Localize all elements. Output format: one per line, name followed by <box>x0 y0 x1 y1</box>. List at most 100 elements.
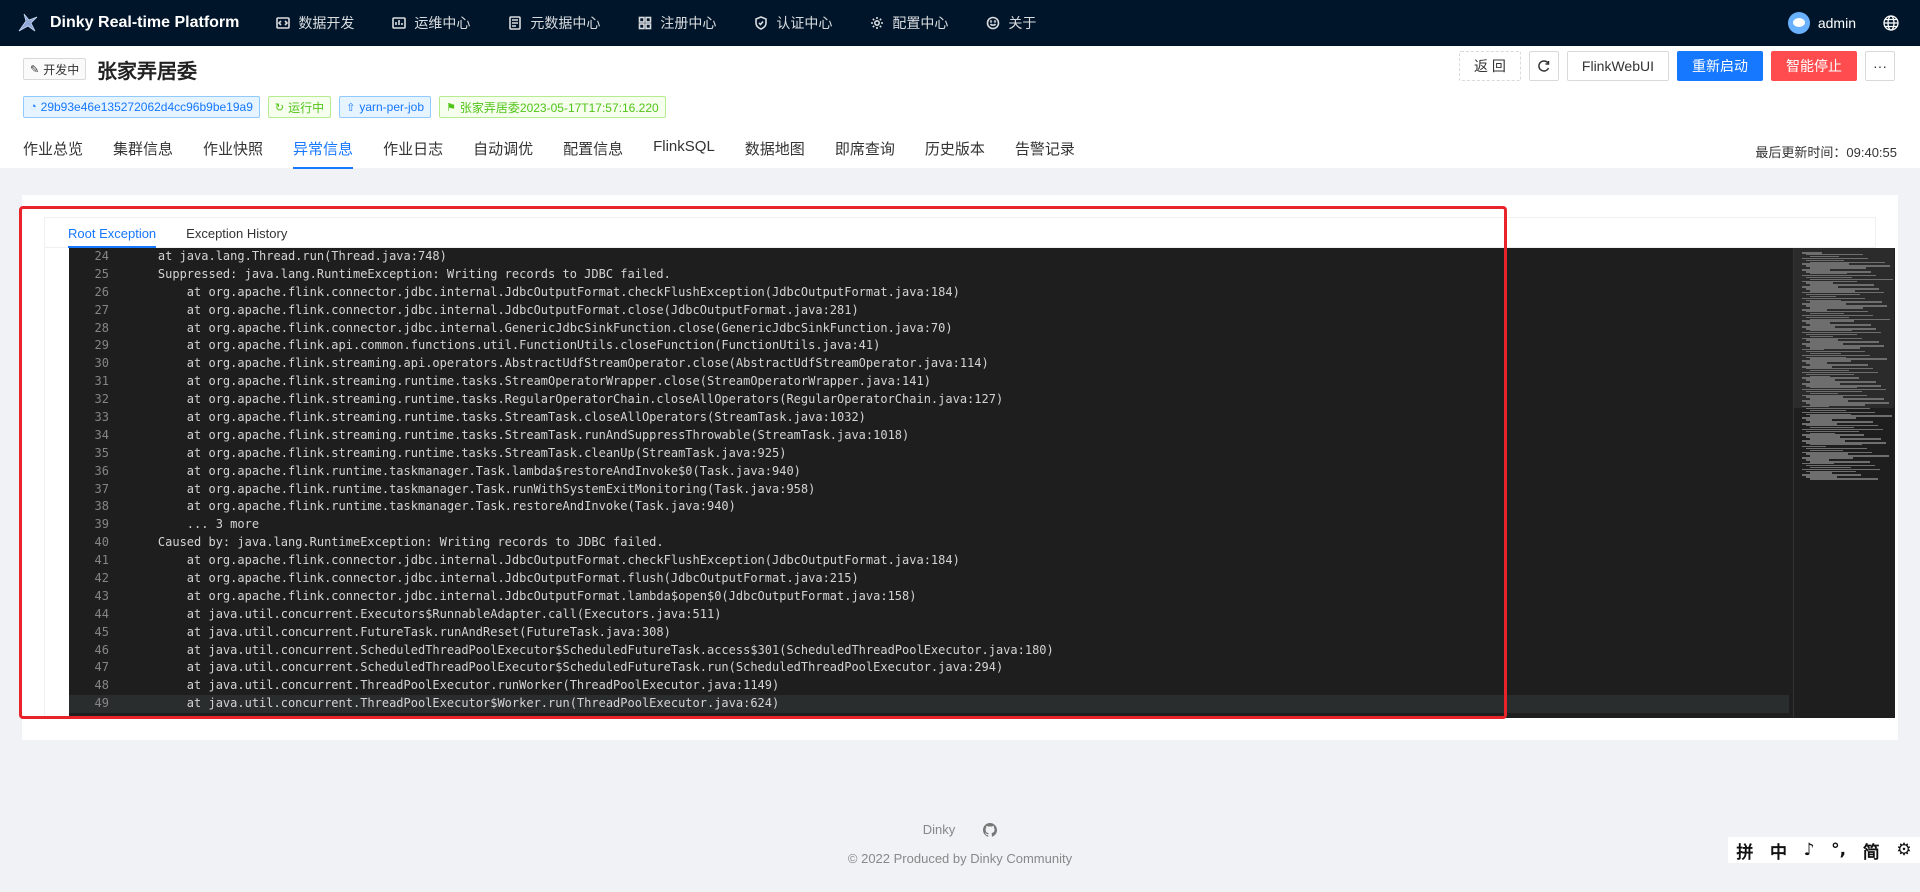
tab-alert-records[interactable]: 告警记录 <box>1015 138 1075 169</box>
tab-auto-tuning[interactable]: 自动调优 <box>473 138 533 169</box>
deploy-mode-tag: ⇧ yarn-per-job <box>339 96 432 118</box>
tab-flinksql[interactable]: FlinkSQL <box>653 138 715 169</box>
job-status-tag: ✎ 开发中 <box>23 58 87 80</box>
tab-cluster-info[interactable]: 集群信息 <box>113 138 173 169</box>
code-line[interactable]: 27 at org.apache.flink.connector.jdbc.in… <box>69 302 1789 320</box>
line-text: at org.apache.flink.streaming.runtime.ta… <box>129 374 931 389</box>
github-icon[interactable] <box>983 822 998 837</box>
tab-config-info[interactable]: 配置信息 <box>563 138 623 169</box>
tab-data-map[interactable]: 数据地图 <box>745 138 805 169</box>
line-number: 40 <box>94 535 109 550</box>
brand-title[interactable]: Dinky Real-time Platform <box>50 14 239 32</box>
line-text: at java.util.concurrent.ThreadPoolExecut… <box>129 678 780 693</box>
tab-overview[interactable]: 作业总览 <box>23 138 83 169</box>
code-line[interactable]: 31 at org.apache.flink.streaming.runtime… <box>69 373 1789 391</box>
code-line[interactable]: 46 at java.util.concurrent.ScheduledThre… <box>69 642 1789 660</box>
ime-settings-button[interactable]: ⚙ <box>1896 840 1911 860</box>
code-lines[interactable]: 24 at java.lang.Thread.run(Thread.java:7… <box>69 248 1789 718</box>
ime-toolbar: 拼 中 ♪ °, 简 ⚙ <box>1728 837 1920 863</box>
editor-minimap[interactable] <box>1793 248 1894 718</box>
job-tabs: 作业总览 集群信息 作业快照 异常信息 作业日志 自动调优 配置信息 Flink… <box>23 138 1105 169</box>
line-text: at java.util.concurrent.Executors$Runnab… <box>129 606 722 621</box>
page-title: 张家弄居委 <box>97 61 197 83</box>
line-text: at java.util.concurrent.FutureTask.runAn… <box>129 624 671 639</box>
line-text: at org.apache.flink.connector.jdbc.inter… <box>129 302 859 317</box>
nav-item-config-center[interactable]: 配置中心 <box>851 0 967 46</box>
tab-adhoc-query[interactable]: 即席查询 <box>835 138 895 169</box>
line-number: 37 <box>94 481 109 496</box>
nav-item-about[interactable]: 关于 <box>967 0 1055 46</box>
code-line[interactable]: 36 at org.apache.flink.runtime.taskmanag… <box>69 463 1789 481</box>
code-line[interactable]: 39 ... 3 more <box>69 516 1789 534</box>
more-button[interactable]: ··· <box>1865 51 1895 81</box>
ime-punct-button[interactable]: °, <box>1831 840 1846 860</box>
line-number: 31 <box>94 374 109 389</box>
ime-simplified-button[interactable]: 简 <box>1863 838 1880 863</box>
line-text: ... 3 more <box>129 517 260 532</box>
line-text: at org.apache.flink.streaming.runtime.ta… <box>129 427 910 442</box>
ime-chinese-button[interactable]: 中 <box>1770 838 1787 863</box>
refresh-button[interactable] <box>1528 51 1559 81</box>
exception-subtabs: Root Exception Exception History <box>45 218 1875 248</box>
code-editor[interactable]: 24 at java.lang.Thread.run(Thread.java:7… <box>69 248 1895 718</box>
smart-stop-button[interactable]: 智能停止 <box>1771 51 1857 81</box>
code-line[interactable]: 47 at java.util.concurrent.ScheduledThre… <box>69 659 1789 677</box>
tab-root-exception[interactable]: Root Exception <box>68 218 157 248</box>
line-number: 29 <box>94 338 109 353</box>
code-line[interactable]: 42 at org.apache.flink.connector.jdbc.in… <box>69 570 1789 588</box>
code-line[interactable]: 41 at org.apache.flink.connector.jdbc.in… <box>69 552 1789 570</box>
nav-item-ops-center[interactable]: 运维中心 <box>373 0 489 46</box>
tab-job-log[interactable]: 作业日志 <box>383 138 443 169</box>
gear-icon <box>871 17 884 29</box>
ime-moon-button[interactable]: ♪ <box>1804 840 1815 860</box>
flink-web-ui-button[interactable]: FlinkWebUI <box>1566 51 1669 81</box>
code-line[interactable]: 26 at org.apache.flink.connector.jdbc.in… <box>69 284 1789 302</box>
restart-button[interactable]: 重新启动 <box>1677 51 1763 81</box>
job-instance-tag: ⚑ 张家弄居委2023-05-17T17:57:16.220 <box>439 96 666 118</box>
footer-dinky-link[interactable]: Dinky <box>923 822 956 837</box>
code-line[interactable]: 45 at java.util.concurrent.FutureTask.ru… <box>69 624 1789 642</box>
nav-item-data-dev[interactable]: 数据开发 <box>257 0 373 46</box>
code-line[interactable]: 37 at org.apache.flink.runtime.taskmanag… <box>69 481 1789 499</box>
nav-item-metadata-center[interactable]: 元数据中心 <box>489 0 619 46</box>
code-line[interactable]: 48 at java.util.concurrent.ThreadPoolExe… <box>69 677 1789 695</box>
nav-item-auth-center[interactable]: 认证中心 <box>735 0 851 46</box>
code-line[interactable]: 24 at java.lang.Thread.run(Thread.java:7… <box>69 248 1789 266</box>
line-number: 45 <box>94 624 109 639</box>
fire-icon: ◔ <box>30 101 37 113</box>
back-button[interactable]: 返 回 <box>1459 51 1521 81</box>
code-line[interactable]: 32 at org.apache.flink.streaming.runtime… <box>69 391 1789 409</box>
line-number: 26 <box>94 284 109 299</box>
user-menu[interactable]: admin <box>1787 12 1856 34</box>
job-actions: 返 回 FlinkWebUI 重新启动 智能停止 ··· <box>1459 51 1895 81</box>
code-line[interactable]: 44 at java.util.concurrent.Executors$Run… <box>69 606 1789 624</box>
line-text: at org.apache.flink.connector.jdbc.inter… <box>129 320 953 335</box>
ime-pinyin-button[interactable]: 拼 <box>1736 838 1753 863</box>
code-line[interactable]: 49 at java.util.concurrent.ThreadPoolExe… <box>69 695 1789 714</box>
tab-snapshot[interactable]: 作业快照 <box>203 138 263 169</box>
code-line[interactable]: 34 at org.apache.flink.streaming.runtime… <box>69 427 1789 445</box>
job-id-tag: ◔ 29b93e46e135272062d4cc96b9be19a9 <box>23 96 260 118</box>
line-number: 44 <box>94 606 109 621</box>
nav-item-registry-center[interactable]: 注册中心 <box>619 0 735 46</box>
tab-history-version[interactable]: 历史版本 <box>925 138 985 169</box>
edit-icon: ✎ <box>30 63 40 76</box>
smile-icon <box>987 16 1000 30</box>
code-line[interactable]: 25 Suppressed: java.lang.RuntimeExceptio… <box>69 266 1789 284</box>
tab-exception-info[interactable]: 异常信息 <box>293 138 354 169</box>
exception-card: Root Exception Exception History 24 at j… <box>22 195 1898 740</box>
code-line[interactable]: 43 at org.apache.flink.connector.jdbc.in… <box>69 588 1789 606</box>
line-text: at org.apache.flink.connector.jdbc.inter… <box>129 284 960 299</box>
code-line[interactable]: 35 at org.apache.flink.streaming.runtime… <box>69 445 1789 463</box>
globe-icon[interactable] <box>1882 14 1900 32</box>
code-line[interactable]: 33 at org.apache.flink.streaming.runtime… <box>69 409 1789 427</box>
line-number: 49 <box>94 696 109 711</box>
code-line[interactable]: 30 at org.apache.flink.streaming.api.ope… <box>69 355 1789 373</box>
code-line[interactable]: 28 at org.apache.flink.connector.jdbc.in… <box>69 320 1789 338</box>
code-line[interactable]: 29 at org.apache.flink.api.common.functi… <box>69 337 1789 355</box>
line-text: at org.apache.flink.runtime.taskmanager.… <box>129 463 801 478</box>
code-line[interactable]: 40 Caused by: java.lang.RuntimeException… <box>69 534 1789 552</box>
code-line[interactable]: 38 at org.apache.flink.runtime.taskmanag… <box>69 498 1789 516</box>
tab-exception-history[interactable]: Exception History <box>186 218 287 248</box>
dinky-logo-icon[interactable] <box>16 11 40 35</box>
